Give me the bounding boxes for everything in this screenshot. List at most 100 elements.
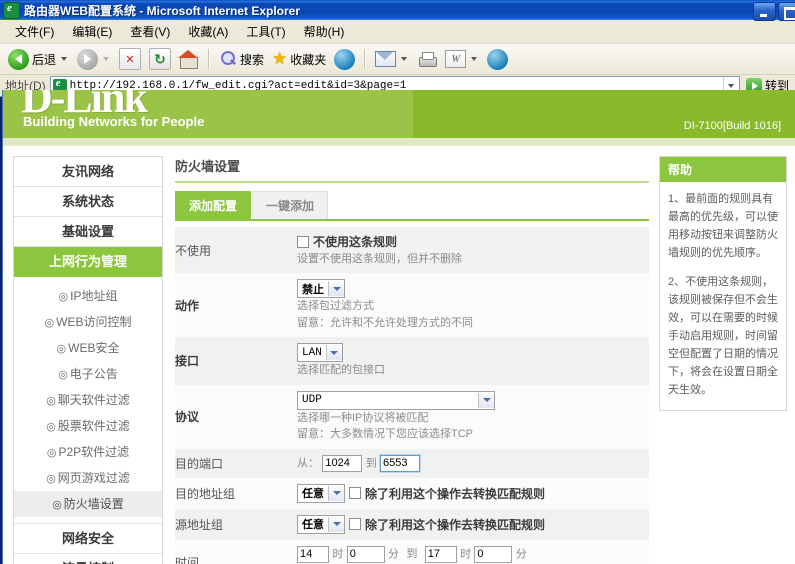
history-button[interactable] [331, 45, 358, 73]
interface-select[interactable]: LAN [297, 343, 343, 362]
menu-item-favorites[interactable]: 收藏(A) [179, 21, 237, 42]
help-paragraph-2: 2、不使用这条规则，该规则被保存但不会生效，可以在需要的时候手动启用规则，时间留… [668, 275, 778, 397]
sidebar-item-web-access-control[interactable]: ◎ WEB访问控制 [14, 309, 162, 335]
sidebar-item-dlink[interactable]: 友讯网络 [14, 157, 162, 187]
minimize-button[interactable] [753, 2, 776, 21]
favorites-button[interactable]: ★ 收藏夹 [269, 45, 329, 73]
form-row-disable: 不使用 不使用这条规则 设置不使用这条规则，但并不删除 [175, 227, 649, 273]
chevron-down-icon[interactable] [328, 281, 344, 296]
stop-icon [119, 48, 142, 70]
protocol-hint-2: 留意：大多数情况下您应该选择TCP [297, 428, 473, 440]
dest-group-invert-checkbox[interactable] [349, 487, 361, 500]
chevron-down-icon[interactable] [325, 345, 342, 360]
menu-item-edit[interactable]: 编辑(E) [63, 21, 121, 42]
time-start-minute-input[interactable] [346, 545, 385, 563]
bullet-icon: ◎ [52, 499, 62, 511]
help-title: 帮助 [660, 157, 786, 182]
disable-rule-checkbox[interactable] [297, 235, 309, 248]
sidebar-item-network-security[interactable]: 网络安全 [14, 523, 162, 554]
sidebar: 友讯网络 系统状态 基础设置 上网行为管理 ◎ IP地址组 ◎ WEB访问控制 ◎ W… [13, 156, 163, 564]
form-row-interface: 接口 LAN 选择匹配的包接口 [175, 337, 649, 385]
sidebar-item-chat-filter[interactable]: ◎ 聊天软件过滤 [14, 387, 162, 413]
action-hint-1: 选择包过滤方式 [297, 300, 374, 312]
src-group-invert-checkbox[interactable] [349, 518, 361, 531]
main-content: 防火墙设置 添加配置 一键添加 不使用 不使用这条规则 设置不使用这条规则，但并… [175, 156, 649, 564]
toolbar-separator-2 [364, 49, 367, 69]
time-start-minute-label: 分 [388, 548, 400, 561]
mail-dropdown-icon[interactable] [401, 57, 408, 61]
forward-button[interactable] [74, 45, 114, 73]
row-label-dest-port: 目的端口 [175, 448, 297, 478]
dest-port-from-input[interactable] [322, 454, 363, 472]
messenger-button[interactable] [484, 45, 511, 73]
toolbar-separator [208, 49, 211, 69]
sidebar-item-ip-group[interactable]: ◎ IP地址组 [14, 283, 162, 309]
disable-rule-checkbox-label: 不使用这条规则 [313, 235, 398, 249]
sidebar-item-webgame-filter[interactable]: ◎ 网页游戏过滤 [14, 465, 162, 491]
help-body: 1、最前面的规则具有最高的优先级，可以使用移动按钮来调整防火墙规则的优先顺序。 … [660, 182, 786, 410]
bullet-icon: ◎ [46, 421, 56, 433]
search-button[interactable]: 搜索 [216, 45, 267, 73]
window-controls [753, 2, 795, 21]
form-row-dest-port: 目的端口 从： 到 [175, 448, 649, 478]
sidebar-item-label: 防火墙设置 [63, 497, 124, 511]
menu-item-file[interactable]: 文件(F) [6, 21, 63, 42]
src-group-select[interactable]: 任意 [297, 514, 345, 534]
sidebar-item-system-status[interactable]: 系统状态 [14, 187, 162, 217]
history-icon [334, 48, 356, 70]
sidebar-item-p2p-filter[interactable]: ◎ P2P软件过滤 [14, 439, 162, 465]
protocol-select[interactable]: UDP [297, 390, 495, 410]
sidebar-item-firewall-settings[interactable]: ◎ 防火墙设置 [14, 491, 162, 517]
refresh-button[interactable] [146, 45, 174, 73]
word-editor-icon: W [445, 50, 467, 68]
action-select[interactable]: 禁止 [297, 279, 345, 298]
time-end-minute-input[interactable] [474, 545, 513, 563]
disable-hint: 设置不使用这条规则，但并不删除 [297, 252, 462, 265]
disable-checkbox-row[interactable]: 不使用这条规则 [297, 233, 397, 250]
sidebar-item-basic-settings[interactable]: 基础设置 [14, 217, 162, 247]
chevron-down-icon[interactable] [478, 392, 494, 408]
menu-bar: 文件(F) 编辑(E) 查看(V) 收藏(A) 工具(T) 帮助(H) [0, 20, 795, 44]
search-button-label: 搜索 [240, 52, 265, 67]
time-start-hour-input[interactable] [297, 545, 329, 563]
sidebar-item-behavior-management[interactable]: 上网行为管理 [14, 247, 162, 277]
chevron-down-icon[interactable] [328, 485, 344, 501]
menu-item-tools[interactable]: 工具(T) [237, 21, 294, 42]
time-end-hour-input[interactable] [424, 545, 457, 563]
edit-button[interactable]: W [442, 45, 482, 73]
forward-dropdown-icon[interactable] [103, 57, 110, 61]
dest-port-to-input[interactable] [379, 453, 422, 473]
row-label-action: 动作 [175, 273, 297, 337]
sidebar-item-label: WEB安全 [68, 341, 120, 355]
dest-group-select[interactable]: 任意 [297, 483, 345, 503]
page-title: 防火墙设置 [175, 156, 649, 183]
form-row-protocol: 协议 UDP 选择哪一种IP协议将被匹配 留意：大多数情况下您应该选择TCP [175, 384, 649, 449]
print-button[interactable] [414, 45, 440, 73]
maximize-button[interactable] [778, 2, 795, 21]
menu-item-help[interactable]: 帮助(H) [295, 21, 354, 42]
time-range-controls: 时 分 到 时 分 [297, 545, 645, 563]
row-value-dest-port: 从： 到 [297, 448, 649, 478]
tab-add-config[interactable]: 添加配置 [175, 191, 252, 219]
bullet-icon: ◎ [58, 291, 69, 303]
forward-arrow-icon [77, 48, 99, 70]
stop-button[interactable] [116, 45, 144, 73]
sidebar-item-web-security[interactable]: ◎ WEB安全 [14, 335, 162, 361]
tab-one-click-add[interactable]: 一键添加 [252, 191, 329, 219]
sidebar-item-stock-filter[interactable]: ◎ 股票软件过滤 [14, 413, 162, 439]
chevron-down-icon[interactable] [328, 516, 344, 532]
tool-bar: 后退 搜索 ★ 收藏夹 [0, 44, 795, 75]
back-dropdown-icon[interactable] [61, 57, 68, 61]
back-button[interactable]: 后退 [5, 45, 72, 73]
sidebar-item-label: 聊天软件过滤 [57, 393, 130, 407]
sidebar-item-traffic-control[interactable]: 流量控制 [14, 554, 162, 564]
src-group-select-value: 任意 [302, 519, 324, 532]
src-group-invert-label: 除了利用这个操作去转换匹配规则 [365, 517, 546, 532]
sidebar-item-bulletin[interactable]: ◎ 电子公告 [14, 361, 162, 387]
menu-item-view[interactable]: 查看(V) [121, 21, 179, 42]
edit-dropdown-icon[interactable] [471, 57, 478, 61]
bullet-icon: ◎ [44, 317, 55, 329]
favorites-button-label: 收藏夹 [290, 52, 327, 67]
home-button[interactable] [176, 45, 202, 73]
mail-button[interactable] [372, 45, 412, 73]
